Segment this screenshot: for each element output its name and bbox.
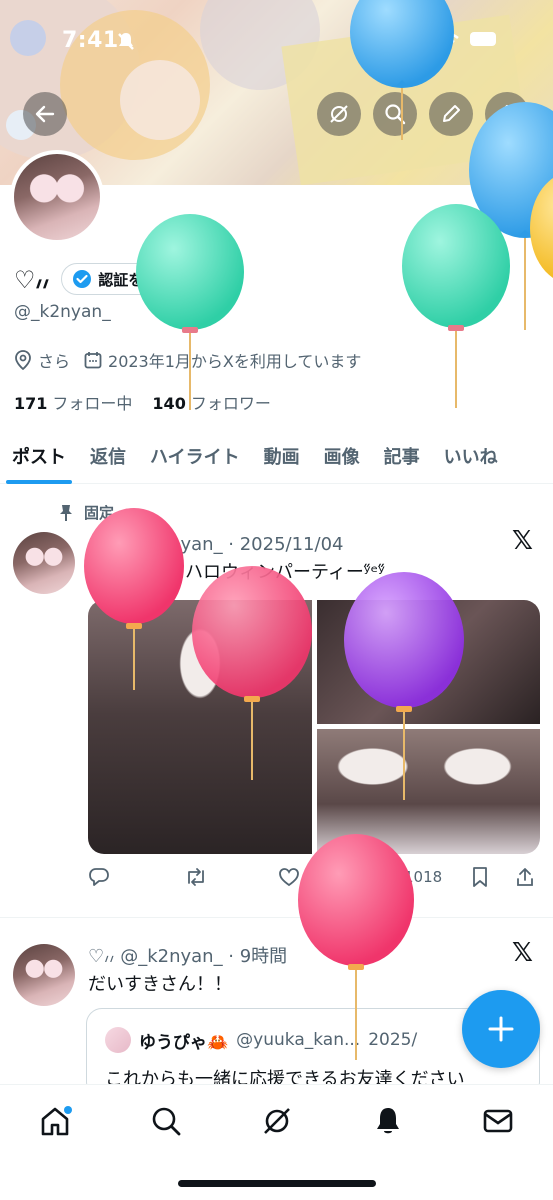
nav-messages[interactable] <box>478 1101 518 1141</box>
balloon <box>344 572 464 800</box>
balloon <box>136 214 244 410</box>
nav-notifications[interactable] <box>368 1101 408 1141</box>
compose-button[interactable] <box>462 990 540 1068</box>
balloon <box>84 508 184 690</box>
nav-home[interactable] <box>35 1101 75 1141</box>
balloon <box>402 204 510 408</box>
balloon-overlay <box>84 0 553 1060</box>
home-icon <box>41 1106 72 1136</box>
balloon <box>298 834 414 1060</box>
mail-icon <box>483 1109 513 1133</box>
grok-icon <box>264 1108 290 1134</box>
nav-search[interactable] <box>146 1101 186 1141</box>
balloon <box>192 566 312 780</box>
nav-grok[interactable] <box>257 1101 297 1141</box>
bell-icon <box>377 1108 399 1134</box>
home-indicator <box>178 1180 376 1187</box>
search-icon <box>152 1107 181 1136</box>
balloon <box>350 0 454 140</box>
plus-icon <box>488 1016 514 1042</box>
